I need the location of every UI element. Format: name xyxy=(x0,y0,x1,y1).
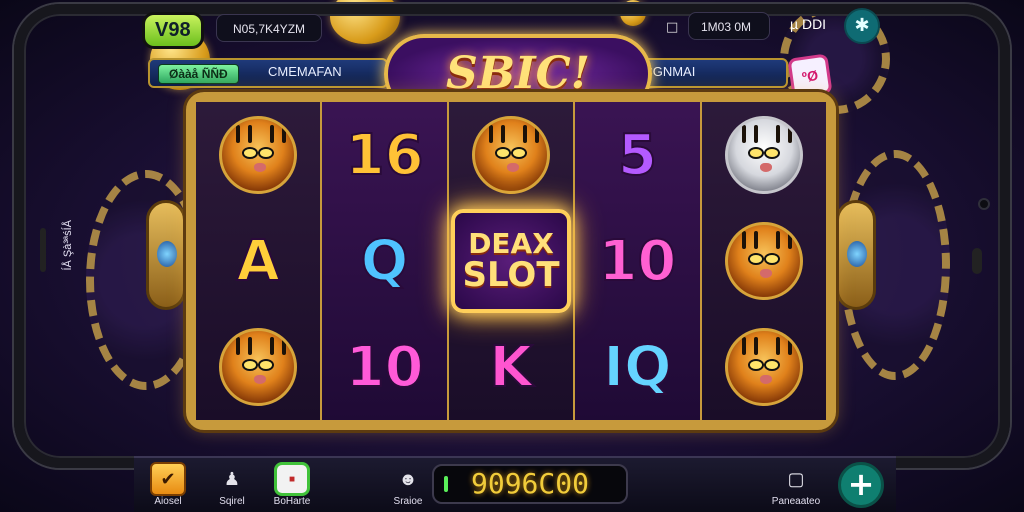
phone-camera xyxy=(978,198,990,210)
symbol-16: 16 xyxy=(345,122,425,189)
tiger-icon xyxy=(472,116,551,194)
person-icon: ♟ xyxy=(223,468,241,489)
wild-line-1: DEAX xyxy=(468,227,554,260)
symbol-iq: IQ xyxy=(602,334,672,401)
plus-icon: + xyxy=(847,465,875,503)
coins-display: 1M03 0M xyxy=(688,12,770,40)
left-banner-text: CMEMAFAN xyxy=(268,64,342,79)
user-icon: ☻ xyxy=(398,468,418,489)
bottom-item-label: Sqirel xyxy=(219,496,245,507)
gift-icon: ■ xyxy=(274,462,310,496)
reels-grid[interactable]: A 16 Q 10 DEAX SLOT K 5 10 IQ xyxy=(196,102,827,420)
add-button[interactable]: + xyxy=(838,462,884,508)
phone-side-label: ÍÅ Şà³ªśÍÅ xyxy=(62,220,74,271)
user-label[interactable]: µ DDI xyxy=(790,16,826,32)
white-tiger-icon xyxy=(724,116,803,194)
reel-cell: 10 xyxy=(322,314,446,420)
reel-column xyxy=(701,102,827,420)
phone-side-button xyxy=(972,248,982,274)
reel-cell: 10 xyxy=(575,208,699,314)
reel-cell xyxy=(449,102,573,208)
bottom-item-sraioe[interactable]: ☻ Sraioe xyxy=(378,462,438,508)
reel-cell: IQ xyxy=(575,314,699,420)
symbol-5: 5 xyxy=(617,122,658,189)
reel-cell xyxy=(702,102,826,208)
reel-cell: 5 xyxy=(575,102,699,208)
chat-icon: ▢ xyxy=(787,468,805,489)
reel-column: 5 10 IQ xyxy=(575,102,702,420)
bottom-item-label: BoHarte xyxy=(273,496,311,507)
left-banner-bar: Øààå ÑÑÐ CMEMAFAN xyxy=(148,58,388,88)
reel-column: A xyxy=(196,102,323,420)
bottom-item-label: Paneaateo xyxy=(771,496,821,507)
reel-cell xyxy=(702,208,826,314)
bottom-item-sqirel[interactable]: ♟ Sqirel xyxy=(202,462,262,508)
reel-cell: DEAX SLOT xyxy=(449,208,573,314)
symbol-10: 10 xyxy=(345,334,425,401)
tiger-icon xyxy=(219,328,298,406)
reel-cell xyxy=(196,314,320,420)
wild-symbol: DEAX SLOT xyxy=(451,209,572,313)
tiger-icon xyxy=(219,116,298,194)
settings-icon: ✱ xyxy=(854,15,870,36)
bottom-item-paneaateo[interactable]: ▢ Paneaateo xyxy=(766,462,826,508)
bottom-item-label: Aiosel xyxy=(154,496,182,507)
reel-column: DEAX SLOT K xyxy=(448,102,576,420)
credit-display: 9096C00 xyxy=(432,464,628,504)
reel-cell xyxy=(196,102,320,208)
reel-cell: K xyxy=(449,314,573,420)
symbol-10: 10 xyxy=(597,228,677,295)
reel-cell: A xyxy=(196,208,320,314)
symbol-k: K xyxy=(488,334,533,401)
frame-ornament-right xyxy=(836,200,876,310)
symbol-a: A xyxy=(236,228,281,295)
bottom-item-boharte[interactable]: ■ BoHarte xyxy=(262,462,322,507)
reel-cell: Q xyxy=(322,208,446,314)
reel-column: 16 Q 10 xyxy=(322,102,449,420)
settings-button[interactable]: ✱ xyxy=(844,8,880,44)
frame-ornament-left xyxy=(146,200,186,310)
bottom-bar: ✔ Aiosel ♟ Sqirel ■ BoHarte ☻ Sraioe 909… xyxy=(134,456,896,512)
reels-frame: A 16 Q 10 DEAX SLOT K 5 10 IQ xyxy=(186,92,836,430)
symbol-q: Q xyxy=(360,228,410,295)
badge-button[interactable]: Øààå ÑÑÐ xyxy=(158,64,239,84)
bottom-item-label: Sraioe xyxy=(393,496,423,507)
balance-display: N05,7K4YZM xyxy=(216,14,322,42)
phone-side-button xyxy=(40,228,46,272)
title-banner: Øààå ÑÑÐ CMEMAFAN SACGNMAI SBIC! xyxy=(148,34,788,114)
tiger-icon xyxy=(724,328,803,406)
game-logo: V98 xyxy=(142,12,204,49)
wild-line-2: SLOT xyxy=(462,255,560,295)
bottom-item-aiosel[interactable]: ✔ Aiosel xyxy=(138,462,198,507)
tiger-icon xyxy=(724,222,803,300)
reel-cell: 16 xyxy=(322,102,446,208)
trophy-icon: □ xyxy=(666,20,679,35)
reel-cell xyxy=(702,314,826,420)
check-icon: ✔ xyxy=(150,462,186,496)
